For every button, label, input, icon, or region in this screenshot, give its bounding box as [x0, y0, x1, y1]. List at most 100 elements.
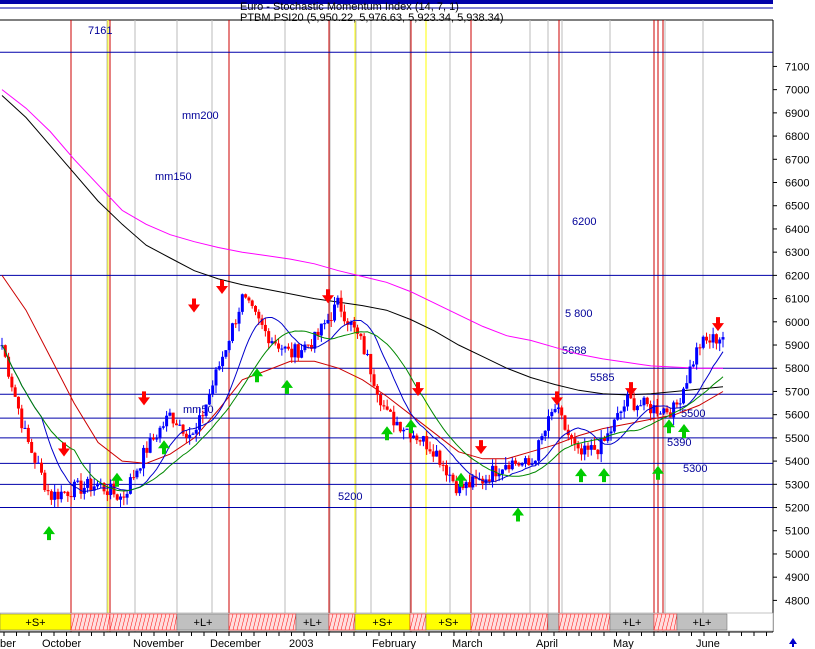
candle-body	[395, 421, 399, 426]
candle-body	[500, 469, 504, 474]
candle-body	[145, 447, 149, 453]
candle-body	[69, 496, 73, 498]
candle-body	[178, 424, 182, 426]
candle-body	[593, 445, 597, 450]
candle-body	[76, 480, 80, 482]
x-tick-label: March	[452, 638, 483, 649]
candle-body	[448, 474, 452, 476]
candle-body	[392, 411, 396, 426]
candle-body	[224, 350, 228, 357]
candle-body	[718, 339, 722, 344]
candle-body	[20, 408, 24, 429]
candle-body	[240, 294, 244, 312]
hatched-band	[409, 613, 427, 631]
candle-body	[721, 337, 725, 340]
candle-body	[576, 443, 580, 449]
candle-body	[487, 479, 491, 482]
candle-body	[405, 428, 409, 430]
candle-body	[306, 344, 310, 346]
candle-body	[599, 437, 603, 455]
candle-body	[161, 426, 165, 428]
candle-body	[507, 465, 511, 470]
candle-body	[586, 445, 590, 450]
signal-band-label: +L+	[623, 617, 642, 629]
candle-body	[244, 294, 248, 298]
level-label: 5390	[667, 437, 691, 449]
candle-body	[46, 490, 50, 492]
candle-body	[441, 464, 445, 466]
candle-body	[372, 374, 376, 386]
candle-body	[533, 460, 537, 464]
candle-body	[583, 445, 587, 455]
candle-body	[323, 323, 327, 325]
candle-body	[491, 465, 495, 482]
candle-body	[494, 465, 498, 477]
candle-body	[125, 493, 129, 498]
candle-body	[612, 419, 616, 432]
candle-body	[207, 394, 211, 405]
signal-band-label: +S+	[438, 617, 458, 629]
candle-body	[191, 433, 195, 435]
candle-body	[115, 494, 119, 500]
candle-body	[165, 415, 169, 427]
candle-body	[579, 448, 583, 455]
candle-body	[33, 452, 37, 463]
x-tick-label: February	[372, 638, 417, 649]
candle-body	[142, 447, 146, 469]
candle-body	[444, 465, 448, 476]
candle-body	[227, 341, 231, 351]
candle-body	[53, 491, 57, 500]
candle-body	[672, 402, 676, 418]
candle-body	[382, 405, 386, 407]
candle-body	[435, 450, 439, 457]
candle-body	[158, 427, 162, 439]
y-tick-label: 5400	[785, 456, 809, 468]
candle-body	[184, 433, 188, 438]
candle-body	[72, 481, 76, 498]
candle-body	[342, 311, 346, 322]
signal-band	[547, 613, 560, 631]
level-label: 5 800	[565, 308, 593, 320]
candle-body	[510, 460, 514, 470]
x-tick-label: 2003	[289, 638, 313, 649]
candle-body	[89, 478, 93, 491]
candle-body	[438, 450, 442, 465]
x-tick-label: October	[42, 638, 81, 649]
candle-body	[247, 297, 251, 301]
candle-body	[168, 412, 172, 416]
candle-body	[563, 415, 567, 430]
candle-body	[537, 440, 541, 461]
candle-body	[128, 477, 132, 494]
candle-body	[109, 483, 113, 496]
candle-body	[632, 398, 636, 411]
candle-body	[415, 435, 419, 441]
candle-body	[290, 348, 294, 358]
candle-body	[237, 311, 241, 324]
y-tick-label: 5700	[785, 386, 809, 398]
candle-body	[658, 413, 662, 415]
candle-body	[388, 409, 392, 412]
candle-body	[30, 441, 34, 453]
y-tick-label: 7000	[785, 85, 809, 97]
candle-body	[530, 463, 534, 465]
ma-label: mm200	[182, 110, 219, 122]
level-label: 5500	[681, 408, 705, 420]
candle-body	[293, 344, 297, 358]
candle-body	[86, 478, 90, 488]
chart-background	[0, 0, 815, 649]
candle-body	[431, 451, 435, 457]
candle-body	[283, 346, 287, 349]
candle-body	[352, 321, 356, 328]
candle-body	[250, 300, 254, 306]
y-tick-label: 6500	[785, 201, 809, 213]
candle-body	[280, 348, 284, 350]
candle-body	[471, 476, 475, 488]
y-tick-label: 6300	[785, 247, 809, 259]
candle-body	[609, 431, 613, 434]
y-tick-label: 5500	[785, 433, 809, 445]
candle-body	[379, 394, 383, 406]
candle-body	[418, 440, 422, 442]
candle-body	[642, 397, 646, 406]
candle-body	[695, 347, 699, 365]
signal-band-label: +L+	[693, 617, 712, 629]
